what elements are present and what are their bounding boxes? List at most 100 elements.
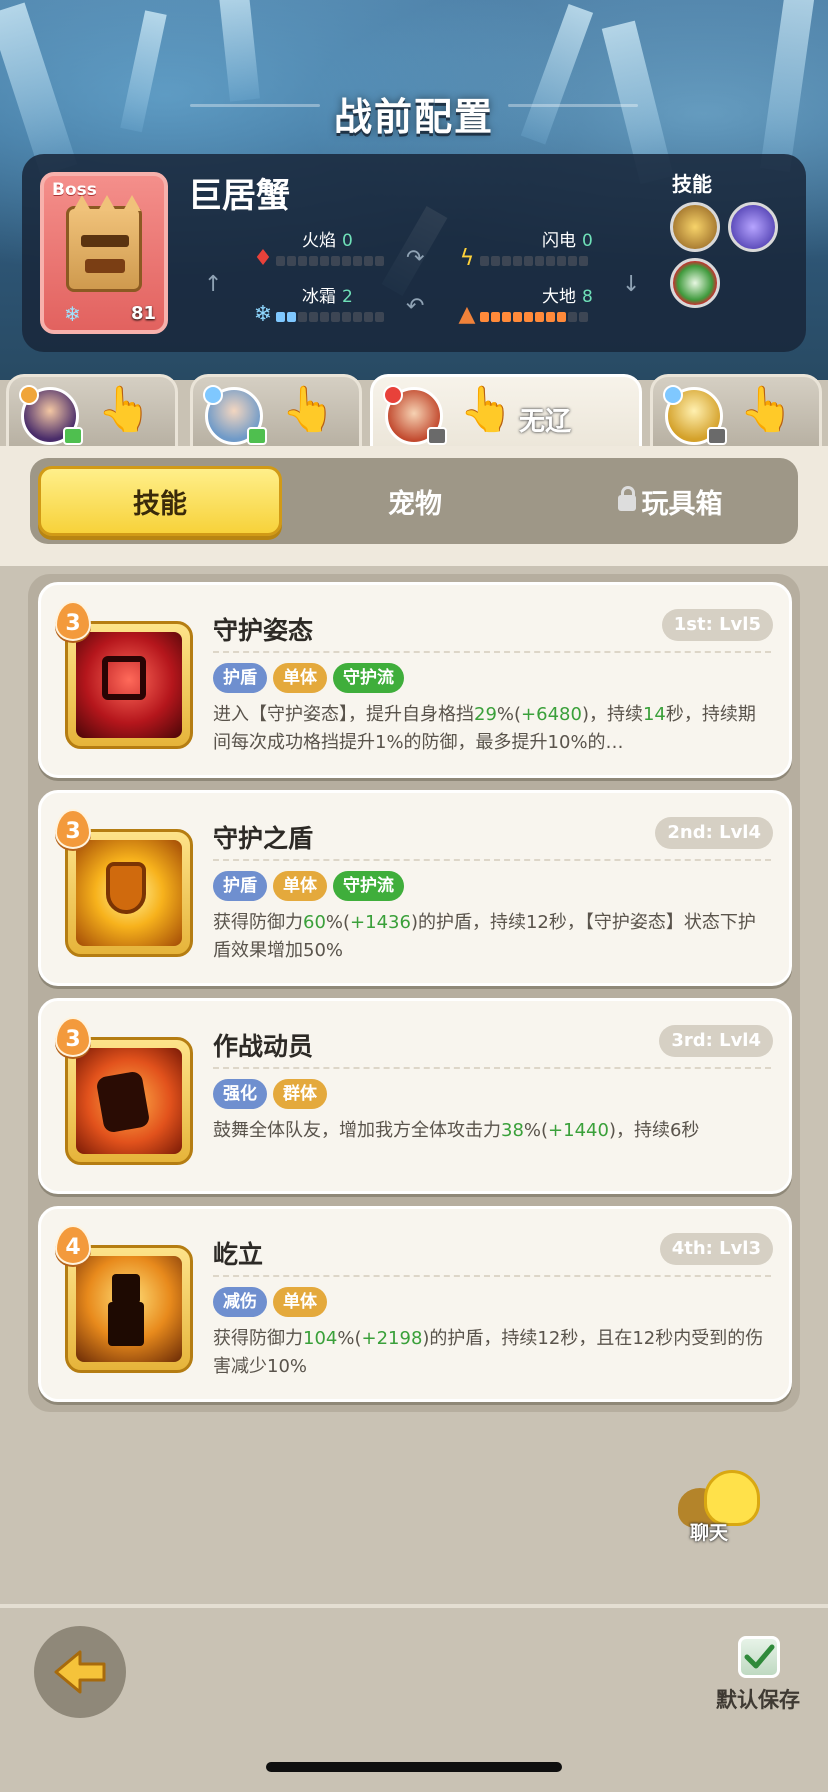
stat-segment	[535, 256, 544, 266]
chat-status-icon	[247, 427, 267, 445]
stat-segment	[342, 256, 351, 266]
hero-tab-4[interactable]: 👆	[650, 374, 822, 446]
stat-lightning-bar	[480, 256, 588, 266]
rank-badge: 4	[55, 1225, 91, 1265]
tap-hand-icon: 👆	[739, 384, 794, 435]
hero-name: 无辽	[519, 407, 572, 437]
segment-skills-label: 技能	[133, 488, 187, 520]
rank-badge: 3	[55, 809, 91, 849]
segment-pets[interactable]: 宠物	[300, 466, 530, 536]
skill-tag: 单体	[273, 663, 327, 693]
stat-segment	[513, 256, 522, 266]
lock-icon	[617, 486, 636, 511]
divider	[213, 859, 771, 861]
skill-tag: 守护流	[333, 871, 404, 901]
skill-description: 获得防御力104%(+2198)的护盾，持续12秒，且在12秒内受到的伤害减少1…	[213, 1328, 764, 1377]
stat-segment	[298, 312, 307, 322]
skill-level-badge: 3rd: Lvl4	[659, 1025, 773, 1057]
skill-card-4[interactable]: 4 屹立 4th: Lvl3 减伤 单体 获得防御力104%(+2198)的护盾…	[38, 1206, 792, 1402]
stat-fire-value: 0	[342, 231, 353, 251]
back-button[interactable]	[34, 1626, 126, 1718]
hero-tab-2[interactable]: 👆	[190, 374, 362, 446]
checkbox-checked-icon[interactable]	[738, 1636, 780, 1678]
skill-tag: 强化	[213, 1079, 267, 1109]
cycle-arrow-icon: ↷	[406, 246, 425, 271]
skill-icon-frame	[65, 1245, 193, 1373]
stat-segment	[557, 256, 566, 266]
chat-status-icon	[63, 427, 83, 445]
skill-tag: 护盾	[213, 663, 267, 693]
frost-icon: ❄	[253, 302, 273, 327]
guard-shield-icon	[76, 840, 182, 946]
stat-segment	[546, 256, 555, 266]
skill-tag: 护盾	[213, 871, 267, 901]
skill-tags: 减伤 单体	[213, 1287, 327, 1317]
skill-tag: 减伤	[213, 1287, 267, 1317]
cycle-arrow-icon: ↑	[204, 272, 223, 297]
skill-description: 获得防御力60%(+1436)的护盾，持续12秒，【守护姿态】状态下护盾效果增加…	[213, 912, 756, 961]
stat-earth-bar	[480, 312, 588, 322]
stat-segment	[502, 312, 511, 322]
stat-segment	[557, 312, 566, 322]
stat-segment	[298, 256, 307, 266]
skill-card-1[interactable]: 3 守护姿态 1st: Lvl5 护盾 单体 守护流 进入【守护姿态】，提升自身…	[38, 582, 792, 778]
skill-description: 鼓舞全体队友，增加我方全体攻击力38%(+1440)，持续6秒	[213, 1120, 700, 1141]
segment-skills[interactable]: 技能	[38, 466, 282, 536]
stat-frost-value: 2	[342, 287, 353, 307]
boss-skill-leaf-icon[interactable]	[670, 258, 720, 308]
boss-skills-label: 技能	[672, 172, 712, 196]
tap-hand-icon: 👆	[459, 384, 514, 435]
skill-description: 进入【守护姿态】，提升自身格挡29%(+6480)，持续14秒，持续期间每次成功…	[213, 704, 756, 753]
skill-tags: 护盾 单体 守护流	[213, 871, 404, 901]
hero-tab-3[interactable]: 👆 无辽	[370, 374, 642, 454]
stat-segment	[364, 312, 373, 322]
stat-segment	[353, 256, 362, 266]
stat-segment	[524, 256, 533, 266]
stat-segment	[309, 256, 318, 266]
stat-segment	[480, 256, 489, 266]
skill-icon-frame	[65, 621, 193, 749]
stat-segment	[375, 256, 384, 266]
stat-segment	[320, 256, 329, 266]
stat-segment	[535, 312, 544, 322]
stat-fire-label: 火焰	[302, 231, 336, 251]
skill-title: 守护之盾	[213, 824, 314, 853]
stat-segment	[364, 256, 373, 266]
frost-element-icon	[663, 385, 683, 405]
boss-name: 巨居蟹	[188, 176, 290, 216]
hero-tab-1[interactable]: 👆	[6, 374, 178, 446]
stat-fire-bar	[276, 256, 384, 266]
stat-frost-label: 冰霜	[302, 287, 336, 307]
boss-info-panel: Boss ❄ 81 巨居蟹 火焰 0 ♦ 闪电 0 ϟ 冰霜 2 ❄ 大地 8 ▲ ↑ …	[22, 154, 806, 352]
skill-tags: 强化 群体	[213, 1079, 327, 1109]
stat-segment	[568, 256, 577, 266]
skill-title: 作战动员	[213, 1032, 314, 1061]
chat-label: 聊天	[690, 1522, 729, 1544]
chat-status-icon	[707, 427, 727, 445]
skill-card-3[interactable]: 3 作战动员 3rd: Lvl4 强化 群体 鼓舞全体队友，增加我方全体攻击力3…	[38, 998, 792, 1194]
back-arrow-icon	[54, 1650, 106, 1694]
divider	[213, 1275, 771, 1277]
stat-segment	[579, 256, 588, 266]
stat-segment	[276, 312, 285, 322]
skill-card-2[interactable]: 3 守护之盾 2nd: Lvl4 护盾 单体 守护流 获得防御力60%(+143…	[38, 790, 792, 986]
stat-segment	[287, 312, 296, 322]
boss-skill-vortex-icon[interactable]	[728, 202, 778, 252]
stat-segment	[546, 312, 555, 322]
skill-tag: 群体	[273, 1079, 327, 1109]
boss-skill-earth-icon[interactable]	[670, 202, 720, 252]
tap-hand-icon: 👆	[97, 384, 152, 435]
lightning-icon: ϟ	[459, 246, 475, 271]
segment-toybox[interactable]: 玩具箱	[550, 466, 790, 536]
boss-portrait-card[interactable]: Boss ❄ 81	[40, 172, 168, 334]
fire-element-icon	[383, 385, 403, 405]
segment-pets-label: 宠物	[388, 488, 442, 520]
stat-lightning-label: 闪电	[542, 231, 576, 251]
skill-level-badge: 1st: Lvl5	[661, 609, 773, 641]
chat-status-icon	[427, 427, 447, 445]
default-save-label[interactable]: 默认保存	[716, 1684, 800, 1714]
skill-icon-frame	[65, 829, 193, 957]
fire-icon: ♦	[253, 246, 273, 271]
skill-tag: 单体	[273, 1287, 327, 1317]
stat-segment	[491, 256, 500, 266]
